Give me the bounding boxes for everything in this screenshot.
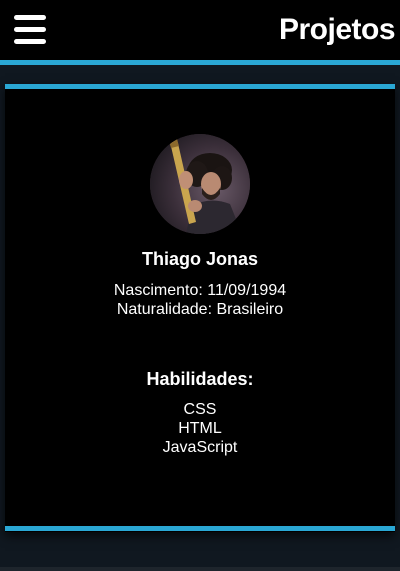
menu-line: [14, 39, 46, 44]
top-bar: Projetos: [0, 0, 400, 60]
menu-line: [14, 15, 46, 20]
top-bar-divider: [0, 60, 400, 65]
card-top-border: [5, 84, 395, 89]
skill-item: HTML: [178, 420, 222, 437]
avatar: [150, 134, 250, 234]
profile-card: Thiago Jonas Nascimento: 11/09/1994 Natu…: [5, 84, 395, 532]
birth-date: Nascimento: 11/09/1994: [113, 282, 287, 299]
hamburger-menu-icon[interactable]: [14, 14, 46, 46]
projects-link[interactable]: Projetos: [279, 12, 396, 48]
skills-heading: Habilidades:: [146, 369, 254, 389]
card-bottom-border: [5, 526, 395, 531]
nationality: Naturalidade: Brasileiro: [116, 301, 284, 318]
avatar-photo: [150, 134, 250, 234]
skill-item: JavaScript: [162, 439, 238, 456]
footer-strip: [0, 567, 400, 571]
menu-line: [14, 27, 46, 32]
skill-item: CSS: [183, 401, 217, 418]
profile-name: Thiago Jonas: [141, 249, 258, 269]
